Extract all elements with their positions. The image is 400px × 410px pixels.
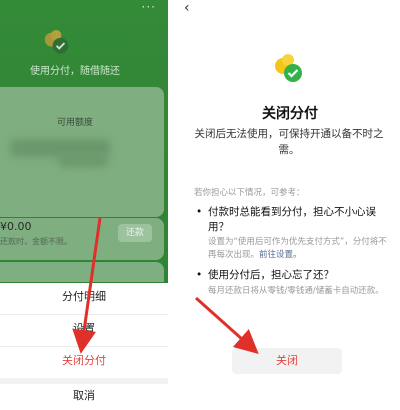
card-edge (0, 262, 164, 282)
page-title: 关闭分付 (262, 106, 318, 122)
credit-card: 可用额度 (0, 87, 164, 217)
concern-2-answer: 每月还款日将从零钱/零钱通/储蓄卡自动还款。 (208, 286, 384, 296)
right-screen: ‹ 关闭分付 关闭后无法使用，可保持开通以备不时之需。 若你担心以下情况，可参考… (180, 0, 400, 410)
repay-hint: 还款时，金额不限。 (0, 237, 72, 246)
repay-button[interactable]: 还款 (118, 224, 152, 242)
credit-title: 可用额度 (56, 118, 93, 128)
go-to-settings-link[interactable]: 前往设置。 (259, 250, 302, 260)
concern-1-answer: 设置为“使用后可作为优先支付方式”，分付将不再每次出现。前往设置。 (208, 236, 388, 262)
fenfu-logo-icon (275, 54, 302, 82)
more-icon[interactable]: ··· (142, 0, 156, 14)
concern-2-question: 使用分付后，担心忘了还？ (208, 269, 334, 281)
cancel-button[interactable]: 取消 (0, 384, 168, 408)
left-screen: ··· 使用分付，随借随还 可用额度 ¥0.00 还款时，金额不限。 还款 分付… (0, 0, 168, 410)
action-sheet: 分付明细 设置 关闭分付 取消 (0, 283, 168, 410)
page-description: 关闭后无法使用，可保持开通以备不时之需。 (194, 128, 384, 156)
sheet-item-details[interactable]: 分付明细 (0, 285, 168, 309)
concern-1-question: 付款时总能看到分付，担心不小心误用？ (208, 206, 376, 233)
slogan-text: 使用分付，随借随还 (30, 66, 120, 77)
divider (0, 346, 168, 347)
bill-card: ¥0.00 还款时，金额不限。 还款 (0, 218, 164, 260)
bullet: • (196, 206, 203, 218)
fenfu-logo-icon (44, 30, 69, 54)
close-fenfu-button[interactable]: 关闭 (232, 348, 342, 374)
sheet-item-settings[interactable]: 设置 (0, 317, 168, 341)
bullet: • (196, 269, 203, 281)
back-chevron-icon[interactable]: ‹ (184, 0, 190, 16)
blurred-amount-detail (58, 155, 108, 167)
divider (0, 314, 168, 315)
concerns-subhead: 若你担心以下情况，可参考： (194, 188, 305, 198)
sheet-item-close-fenfu[interactable]: 关闭分付 (0, 349, 168, 373)
bill-amount: ¥0.00 (0, 220, 32, 233)
